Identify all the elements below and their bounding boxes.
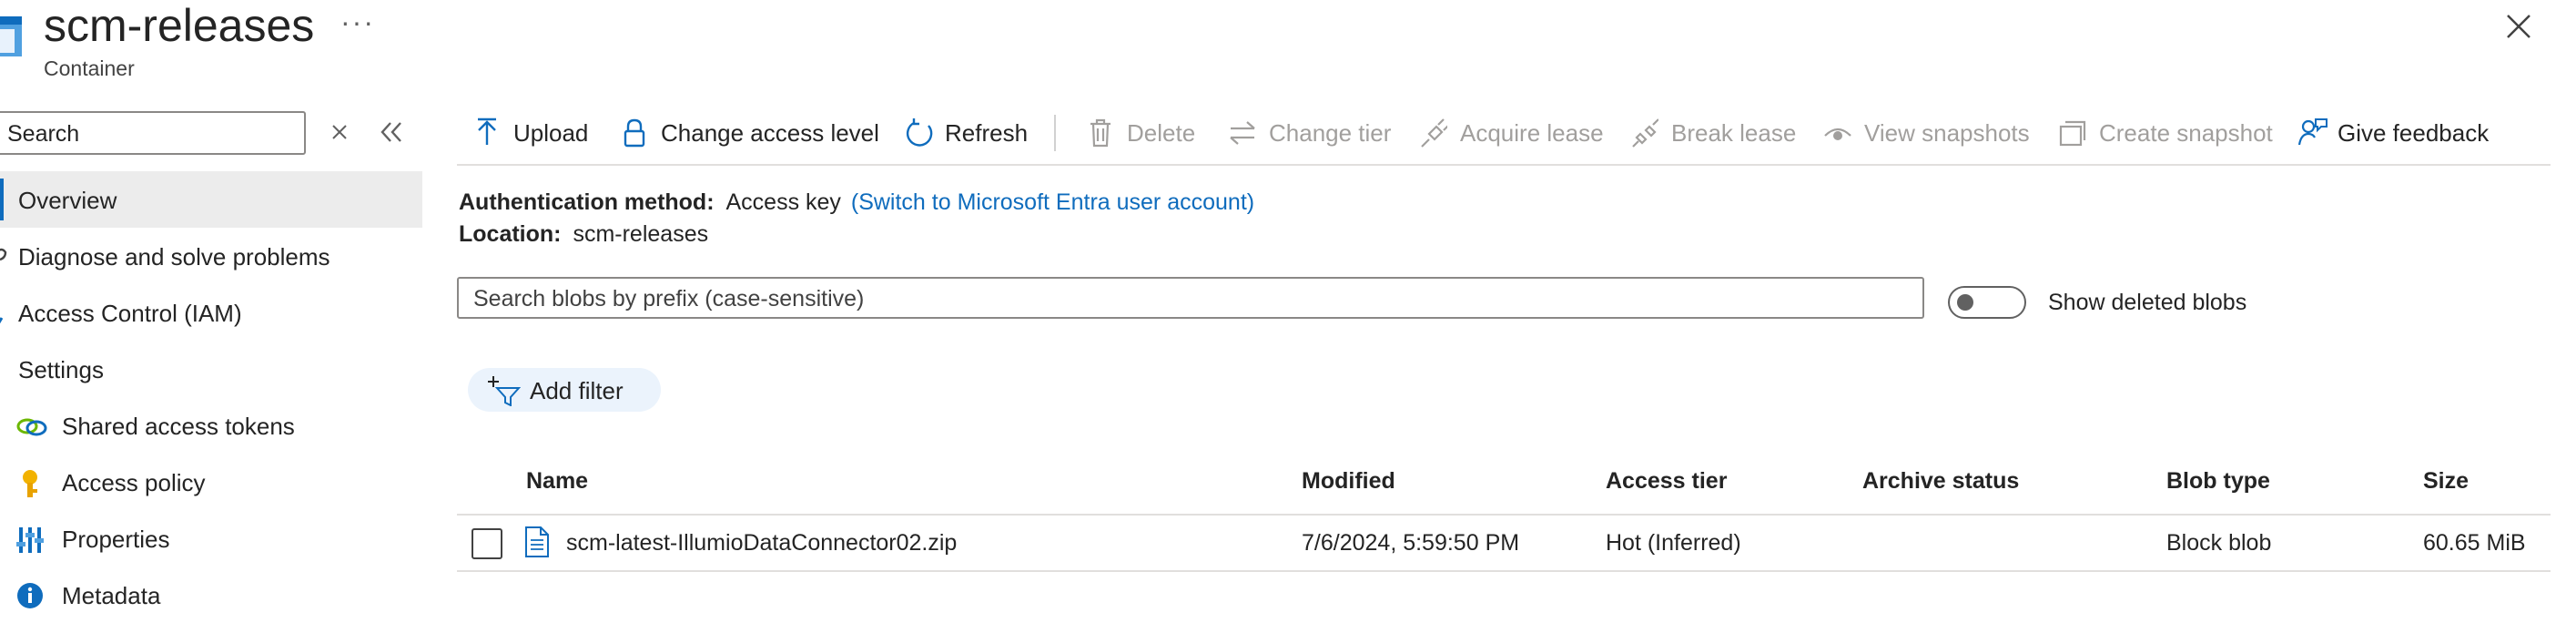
sidebar-item-label: Overview [18, 187, 117, 214]
show-deleted-toggle[interactable] [1948, 286, 2026, 319]
swap-arrows-icon [1229, 117, 1256, 148]
trash-icon [1087, 117, 1114, 148]
delete-button[interactable]: Delete [1087, 115, 1195, 151]
sidebar-item-label: Properties [62, 526, 170, 553]
blob-size: 60.65 MiB [2423, 530, 2526, 556]
sidebar-item-label: Diagnose and solve problems [18, 243, 330, 271]
refresh-label: Refresh [945, 118, 1029, 147]
refresh-icon [905, 117, 933, 148]
selection-indicator [0, 179, 4, 220]
change-access-level-label: Change access level [661, 118, 879, 147]
sidebar-item-iam[interactable]: Access Control (IAM) [0, 284, 422, 341]
upload-button[interactable]: Upload [473, 115, 588, 151]
show-deleted-label: Show deleted blobs [2048, 290, 2247, 315]
plug-icon [1420, 117, 1447, 148]
toggle-knob [1957, 294, 1973, 311]
row-checkbox[interactable] [472, 528, 502, 559]
sidebar-item-label: Access Control (IAM) [18, 300, 242, 327]
auth-method-label: Authentication method: [459, 189, 715, 215]
file-icon [524, 526, 550, 557]
blob-type: Block blob [2166, 530, 2272, 556]
snapshot-icon [2059, 117, 2086, 148]
more-options-button[interactable]: ··· [340, 5, 375, 39]
unplug-icon [1631, 117, 1658, 148]
column-header-modified[interactable]: Modified [1302, 468, 1395, 495]
close-icon[interactable] [2505, 13, 2532, 40]
blob-access-tier: Hot (Inferred) [1606, 530, 1741, 556]
blob-name-link[interactable]: scm-latest-IllumioDataConnector02.zip [566, 530, 957, 557]
column-header-access-tier[interactable]: Access tier [1606, 468, 1727, 495]
people-icon [0, 300, 18, 327]
sidebar-item-diagnose[interactable]: Diagnose and solve problems [0, 228, 422, 284]
location-line: Location: scm-releases [459, 221, 708, 248]
give-feedback-button[interactable]: Give feedback [2297, 115, 2489, 151]
sidebar-item-label: Access policy [62, 469, 206, 496]
header-separator [457, 514, 2551, 516]
location-value: scm-releases [573, 221, 709, 247]
location-label: Location: [459, 221, 562, 247]
key-icon [16, 469, 44, 497]
break-lease-label: Break lease [1671, 118, 1797, 147]
column-header-archive-status[interactable]: Archive status [1862, 468, 2019, 495]
view-snapshots-label: View snapshots [1864, 118, 2030, 147]
column-header-blob-type[interactable]: Blob type [2166, 468, 2270, 495]
info-icon [16, 582, 44, 609]
switch-auth-link[interactable]: (Switch to Microsoft Entra user account) [851, 189, 1254, 215]
sidebar-item-overview[interactable]: Overview [0, 171, 422, 228]
page-title: scm-releases [44, 0, 315, 51]
toolbar-separator [457, 164, 2551, 166]
sidebar-item-label: Shared access tokens [62, 413, 295, 440]
collapse-sidebar-icon[interactable] [379, 120, 404, 144]
column-header-size[interactable]: Size [2423, 468, 2469, 495]
view-snapshots-button[interactable]: View snapshots [1824, 115, 2030, 151]
link-icon [16, 413, 47, 440]
sidebar-item-label: Metadata [62, 582, 161, 609]
toolbar-divider [1054, 115, 1056, 151]
acquire-lease-button[interactable]: Acquire lease [1420, 115, 1604, 151]
upload-label: Upload [513, 118, 589, 147]
add-filter-icon [486, 375, 521, 406]
sidebar-search-input[interactable]: Search [0, 111, 306, 155]
sidebar-item-shared-access-tokens[interactable]: Shared access tokens [0, 397, 422, 454]
eye-icon [1824, 117, 1851, 148]
sidebar-item-properties[interactable]: Properties [0, 510, 422, 567]
properties-icon [16, 526, 44, 553]
change-tier-button[interactable]: Change tier [1229, 115, 1391, 151]
blob-modified: 7/6/2024, 5:59:50 PM [1302, 530, 1520, 556]
add-filter-label: Add filter [530, 377, 624, 404]
break-lease-button[interactable]: Break lease [1631, 115, 1796, 151]
blob-prefix-search-input[interactable]: Search blobs by prefix (case-sensitive) [457, 277, 1924, 319]
feedback-person-icon [2297, 117, 2328, 148]
change-tier-label: Change tier [1269, 118, 1392, 147]
create-snapshot-button[interactable]: Create snapshot [2059, 115, 2273, 151]
acquire-lease-label: Acquire lease [1460, 118, 1604, 147]
sidebar-item-metadata[interactable]: Metadata [0, 567, 422, 623]
row-separator [457, 570, 2551, 572]
wrench-icon [0, 243, 20, 271]
change-access-level-button[interactable]: Change access level [621, 115, 879, 151]
sidebar-item-label: Settings [18, 356, 104, 383]
sidebar-item-settings[interactable]: Settings [0, 341, 422, 397]
column-header-name[interactable]: Name [526, 468, 588, 495]
upload-icon [473, 117, 501, 148]
give-feedback-label: Give feedback [2338, 118, 2490, 147]
lock-icon [621, 117, 648, 148]
page-subtitle: Container [44, 56, 135, 80]
clear-search-icon[interactable] [330, 122, 350, 142]
add-filter-button[interactable]: Add filter [468, 368, 661, 412]
sidebar-item-access-policy[interactable]: Access policy [0, 454, 422, 510]
container-logo-icon [0, 16, 22, 56]
auth-method-value: Access key [725, 189, 841, 215]
refresh-button[interactable]: Refresh [905, 115, 1028, 151]
delete-label: Delete [1127, 118, 1196, 147]
auth-method-line: Authentication method: Access key (Switc… [459, 189, 1254, 216]
create-snapshot-label: Create snapshot [2099, 118, 2273, 147]
